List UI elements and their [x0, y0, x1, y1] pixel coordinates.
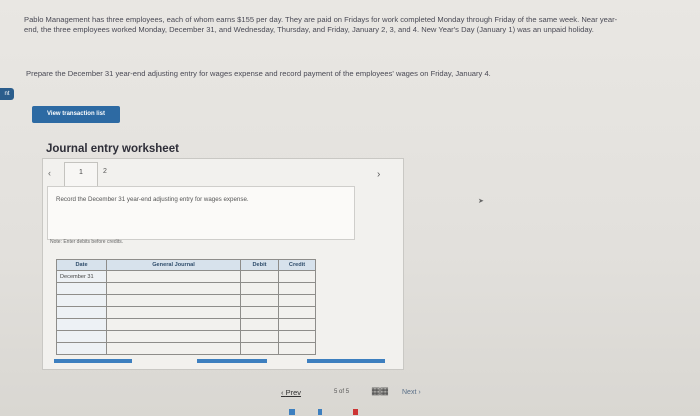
- tab-1[interactable]: 1: [64, 162, 98, 187]
- debit-cell[interactable]: [240, 318, 279, 331]
- credit-cell[interactable]: [278, 306, 316, 319]
- debit-cell[interactable]: [240, 306, 279, 319]
- tab-2[interactable]: 2: [103, 168, 107, 175]
- header-general-journal: General Journal: [106, 259, 241, 271]
- toolbar-fragment: [318, 409, 322, 415]
- chevron-right-icon: ›: [416, 389, 421, 396]
- account-cell[interactable]: [106, 318, 241, 331]
- journal-table: Date General Journal Debit Credit Decemb…: [56, 259, 316, 355]
- date-cell: [56, 282, 107, 295]
- screen: nt Pablo Management has three employees,…: [0, 0, 700, 416]
- table-row: [56, 282, 316, 295]
- debit-cell[interactable]: [240, 282, 279, 295]
- side-tab[interactable]: nt: [0, 88, 14, 100]
- debit-cell[interactable]: [240, 330, 279, 343]
- instruction-text: Record the December 31 year-end adjustin…: [56, 196, 249, 203]
- mouse-cursor-icon: ➤: [478, 198, 484, 205]
- chevron-right-icon[interactable]: ›: [377, 169, 380, 180]
- toolbar-fragment: [353, 409, 358, 415]
- view-transaction-list-button[interactable]: View transaction list: [32, 106, 120, 123]
- prev-button[interactable]: ‹ Prev: [281, 388, 301, 397]
- toolbar-fragment: [289, 409, 295, 415]
- debit-cell[interactable]: [240, 294, 279, 307]
- account-cell[interactable]: [106, 270, 241, 283]
- account-cell[interactable]: [106, 282, 241, 295]
- date-cell: [56, 318, 107, 331]
- credit-cell[interactable]: [278, 294, 316, 307]
- account-cell[interactable]: [106, 306, 241, 319]
- account-cell[interactable]: [106, 294, 241, 307]
- record-entry-button[interactable]: [54, 359, 132, 363]
- next-button[interactable]: Next ›: [402, 389, 421, 396]
- header-debit: Debit: [240, 259, 279, 271]
- account-cell[interactable]: [106, 342, 241, 355]
- table-row: [56, 294, 316, 307]
- table-header-row: Date General Journal Debit Credit: [56, 259, 316, 271]
- table-row: December 31: [56, 270, 316, 283]
- credit-cell[interactable]: [278, 342, 316, 355]
- table-row: [56, 318, 316, 331]
- problem-text: Pablo Management has three employees, ea…: [24, 15, 618, 34]
- credit-cell[interactable]: [278, 282, 316, 295]
- worksheet-title: Journal entry worksheet: [46, 143, 179, 155]
- table-row: [56, 306, 316, 319]
- grid-icon[interactable]: ▦▦: [371, 386, 389, 397]
- instruction-box: [47, 186, 355, 240]
- credit-cell[interactable]: [278, 330, 316, 343]
- credit-cell[interactable]: [278, 318, 316, 331]
- date-cell: December 31: [56, 270, 107, 283]
- debit-cell[interactable]: [240, 342, 279, 355]
- table-row: [56, 330, 316, 343]
- account-cell[interactable]: [106, 330, 241, 343]
- chevron-left-icon[interactable]: ‹: [48, 168, 51, 178]
- header-date: Date: [56, 259, 107, 271]
- view-general-journal-button[interactable]: [307, 359, 385, 363]
- clear-entry-button[interactable]: [197, 359, 267, 363]
- page-indicator: 5 of 5: [334, 389, 350, 395]
- credit-cell[interactable]: [278, 270, 316, 283]
- debit-cell[interactable]: [240, 270, 279, 283]
- note-text: Note: Enter debits before credits.: [50, 239, 124, 245]
- table-row: [56, 342, 316, 355]
- date-cell: [56, 294, 107, 307]
- date-cell: [56, 330, 107, 343]
- header-credit: Credit: [278, 259, 316, 271]
- date-cell: [56, 306, 107, 319]
- date-cell: [56, 342, 107, 355]
- problem-prompt: Prepare the December 31 year-end adjusti…: [26, 69, 491, 78]
